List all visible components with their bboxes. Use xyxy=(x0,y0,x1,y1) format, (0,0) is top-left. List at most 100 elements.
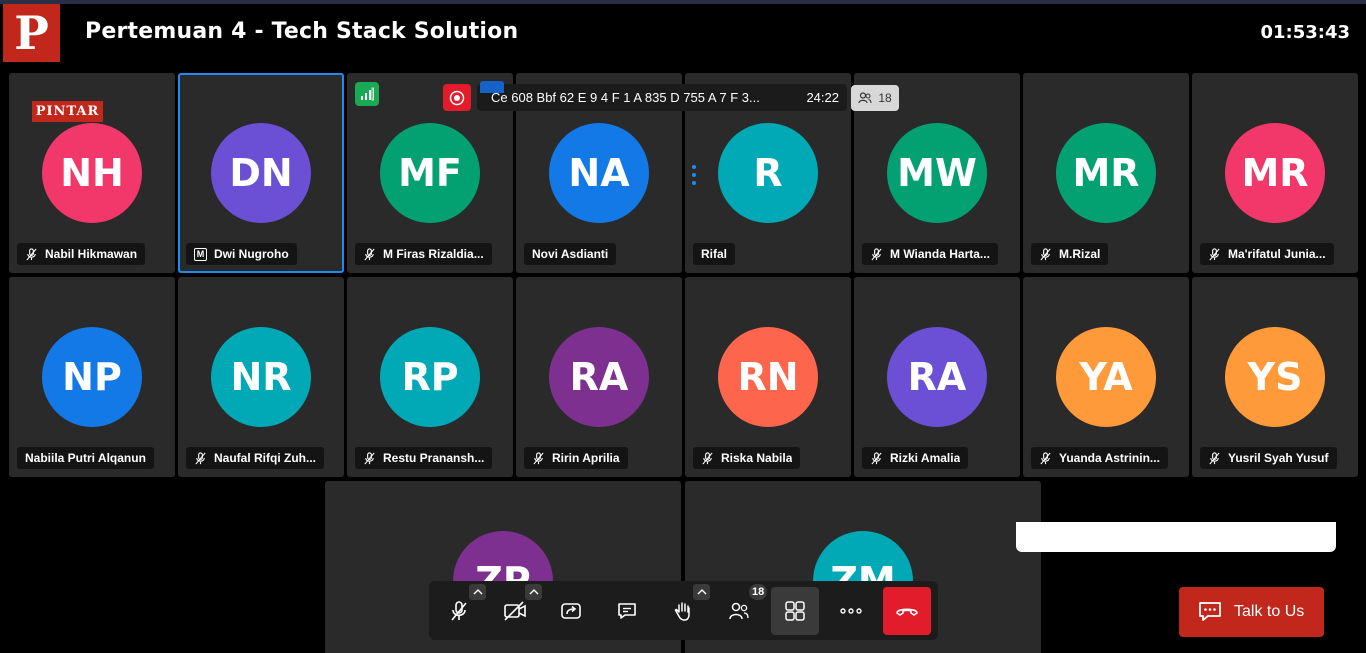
mic-muted-icon xyxy=(532,451,545,465)
avatar: MR xyxy=(1056,123,1156,223)
avatar: RN xyxy=(718,327,818,427)
participant-tile[interactable]: DN M Dwi Nugroho xyxy=(178,73,344,273)
participant-name: Rifal xyxy=(701,247,728,261)
more-actions-button[interactable] xyxy=(827,587,875,635)
chat-bubble-icon xyxy=(1199,602,1221,621)
participant-name: Restu Pranansh... xyxy=(383,451,485,465)
leave-meeting-button[interactable] xyxy=(883,587,931,635)
participant-name: M.Rizal xyxy=(1059,247,1101,261)
mic-options-caret[interactable] xyxy=(469,584,486,600)
meeting-timer: 24:22 xyxy=(806,90,839,105)
participant-name: Dwi Nugroho xyxy=(214,247,289,261)
recording-icon[interactable] xyxy=(443,84,471,111)
participant-name: M Wianda Harta... xyxy=(890,247,990,261)
talk-to-us-button[interactable]: Talk to Us xyxy=(1179,587,1324,637)
mic-muted-icon xyxy=(194,451,207,465)
mic-muted-icon xyxy=(870,451,883,465)
clock: 01:53:43 xyxy=(1260,22,1350,43)
chevron-up-icon xyxy=(529,589,538,595)
tile-options-icon[interactable] xyxy=(692,165,696,185)
e2ee-icon xyxy=(480,81,504,93)
mic-muted-icon xyxy=(1039,451,1052,465)
app-logo: P xyxy=(3,4,60,62)
participant-tile[interactable]: YA Yuanda Astrinin... xyxy=(1023,277,1189,477)
avatar: MF xyxy=(380,123,480,223)
avatar: YA xyxy=(1056,327,1156,427)
participant-tile[interactable]: NP Nabiila Putri Alqanun xyxy=(9,277,175,477)
participant-tile[interactable]: RA Rizki Amalia xyxy=(854,277,1020,477)
chat-button[interactable] xyxy=(603,587,651,635)
avatar: NP xyxy=(42,327,142,427)
participant-name: M Firas Rizaldia... xyxy=(383,247,484,261)
camera-options-caret[interactable] xyxy=(525,584,542,600)
participant-name-label: Nabiila Putri Alqanun xyxy=(17,447,154,469)
participant-name-label: Naufal Rifqi Zuh... xyxy=(186,447,324,469)
mic-muted-icon xyxy=(1208,451,1221,465)
participant-name-label: Rifal xyxy=(693,243,736,265)
participant-name: Yusril Syah Yusuf xyxy=(1228,451,1329,465)
participant-name-label: Yusril Syah Yusuf xyxy=(1200,447,1337,469)
participant-count-chip[interactable]: 18 xyxy=(851,85,899,111)
participant-tile[interactable]: RP Restu Pranansh... xyxy=(347,277,513,477)
participant-name: Riska Nabila xyxy=(721,451,793,465)
participant-name: Yuanda Astrinin... xyxy=(1059,451,1160,465)
avatar: NA xyxy=(549,123,649,223)
mic-muted-icon xyxy=(701,451,714,465)
participant-name-label: Nabil Hikmawan xyxy=(17,243,146,265)
participant-name-label: M.Rizal xyxy=(1031,243,1109,265)
avatar: RP xyxy=(380,327,480,427)
talk-to-us-label: Talk to Us xyxy=(1234,603,1305,620)
avatar: NH xyxy=(42,123,142,223)
raise-hand-icon xyxy=(674,602,690,621)
meeting-toolbar: 18 xyxy=(429,581,938,640)
tile-view-icon xyxy=(785,601,805,621)
mic-muted-icon xyxy=(1039,247,1052,261)
avatar: YS xyxy=(1225,327,1325,427)
brand-badge: PINTAR xyxy=(32,101,103,122)
participant-tile[interactable]: NR Naufal Rifqi Zuh... xyxy=(178,277,344,477)
meeting-info-chip[interactable]: Ce 608 Bbf 62 E 9 4 F 1 A 835 D 755 A 7 … xyxy=(477,81,847,111)
participant-name: Naufal Rifqi Zuh... xyxy=(214,451,316,465)
more-icon xyxy=(840,608,862,614)
mic-muted-icon xyxy=(1208,247,1221,261)
mic-muted-icon xyxy=(363,247,376,261)
connection-quality-icon[interactable] xyxy=(355,82,379,106)
participant-name: Nabil Hikmawan xyxy=(45,247,138,261)
participant-name: Ma'rifatul Junia... xyxy=(1228,247,1326,261)
hangup-icon xyxy=(896,608,918,616)
chat-icon xyxy=(618,603,636,619)
room-id: Ce 608 Bbf 62 E 9 4 F 1 A 835 D 755 A 7 … xyxy=(491,90,760,105)
participant-name: Novi Asdianti xyxy=(532,247,609,261)
participant-name-label: M Dwi Nugroho xyxy=(186,243,297,265)
participant-name-label: Ma'rifatul Junia... xyxy=(1200,243,1334,265)
avatar: NR xyxy=(211,327,311,427)
participant-tile[interactable]: MR Ma'rifatul Junia... xyxy=(1192,73,1358,273)
tile-view-button[interactable] xyxy=(771,587,819,635)
mic-muted-icon xyxy=(870,247,883,261)
reactions-caret[interactable] xyxy=(693,584,710,600)
avatar: DN xyxy=(211,123,311,223)
avatar: MW xyxy=(887,123,987,223)
share-screen-button[interactable] xyxy=(547,587,595,635)
chevron-up-icon xyxy=(473,589,482,595)
avatar: R xyxy=(718,123,818,223)
mic-muted-icon xyxy=(25,247,38,261)
participant-tile[interactable]: YS Yusril Syah Yusuf xyxy=(1192,277,1358,477)
moderator-icon: M xyxy=(194,247,207,261)
participant-name-label: Rizki Amalia xyxy=(862,447,969,469)
participant-name: Ririn Aprilia xyxy=(552,451,620,465)
mic-muted-icon xyxy=(451,601,467,621)
avatar: RA xyxy=(887,327,987,427)
participant-tile[interactable]: RA Ririn Aprilia xyxy=(516,277,682,477)
participant-name-label: M Firas Rizaldia... xyxy=(355,243,492,265)
participant-name-label: Ririn Aprilia xyxy=(524,447,628,469)
meeting-title: Pertemuan 4 - Tech Stack Solution xyxy=(85,19,519,44)
avatar: MR xyxy=(1225,123,1325,223)
participant-name-label: Novi Asdianti xyxy=(524,243,617,265)
participant-name-label: Restu Pranansh... xyxy=(355,447,493,469)
top-border xyxy=(0,0,1366,4)
participant-tile[interactable]: RN Riska Nabila xyxy=(685,277,851,477)
chevron-up-icon xyxy=(697,589,706,595)
participant-name-label: M Wianda Harta... xyxy=(862,243,998,265)
participant-tile[interactable]: MR M.Rizal xyxy=(1023,73,1189,273)
